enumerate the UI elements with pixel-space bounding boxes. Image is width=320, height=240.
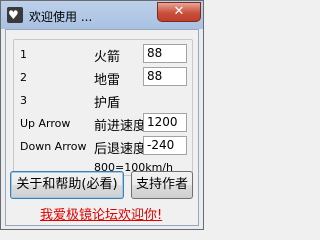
row-2-key: 2: [20, 71, 27, 84]
window-title: 欢迎使用 ...: [29, 10, 93, 24]
row-1-key: 1: [20, 48, 27, 61]
title-bar[interactable]: ♥ 欢迎使用 ... ✕: [1, 1, 203, 29]
row-2-name: 地雷: [94, 73, 121, 88]
app-icon-glyph: ♥: [8, 8, 19, 22]
row-1-name: 火箭: [94, 50, 121, 65]
row-3-key: 3: [20, 94, 27, 107]
row-5-name: 后退速度: [94, 142, 147, 157]
close-button[interactable]: ✕: [157, 2, 201, 22]
reverse-speed-input[interactable]: -240: [143, 136, 187, 155]
app-icon: ♥: [7, 7, 23, 23]
close-icon: ✕: [173, 4, 185, 19]
app-window: ♥ 欢迎使用 ... ✕ 1 火箭 88 2 地雷 88 3 护盾 Up Arr…: [0, 0, 204, 230]
row-5-key: Down Arrow: [20, 140, 87, 153]
support-author-button[interactable]: 支持作者: [131, 171, 193, 199]
client-area: 1 火箭 88 2 地雷 88 3 护盾 Up Arrow 前进速度 1200 …: [5, 29, 199, 226]
row-3-name: 护盾: [94, 96, 121, 111]
rocket-count-input[interactable]: 88: [143, 44, 187, 63]
forum-link[interactable]: 我爱极镜论坛欢迎你!: [40, 204, 162, 223]
settings-group: 1 火箭 88 2 地雷 88 3 护盾 Up Arrow 前进速度 1200 …: [13, 39, 193, 176]
row-4-name: 前进速度: [94, 119, 147, 134]
mine-count-input[interactable]: 88: [143, 67, 187, 86]
forward-speed-input[interactable]: 1200: [143, 113, 187, 132]
row-4-key: Up Arrow: [20, 117, 71, 130]
about-help-button[interactable]: 关于和帮助(必看): [10, 171, 124, 199]
